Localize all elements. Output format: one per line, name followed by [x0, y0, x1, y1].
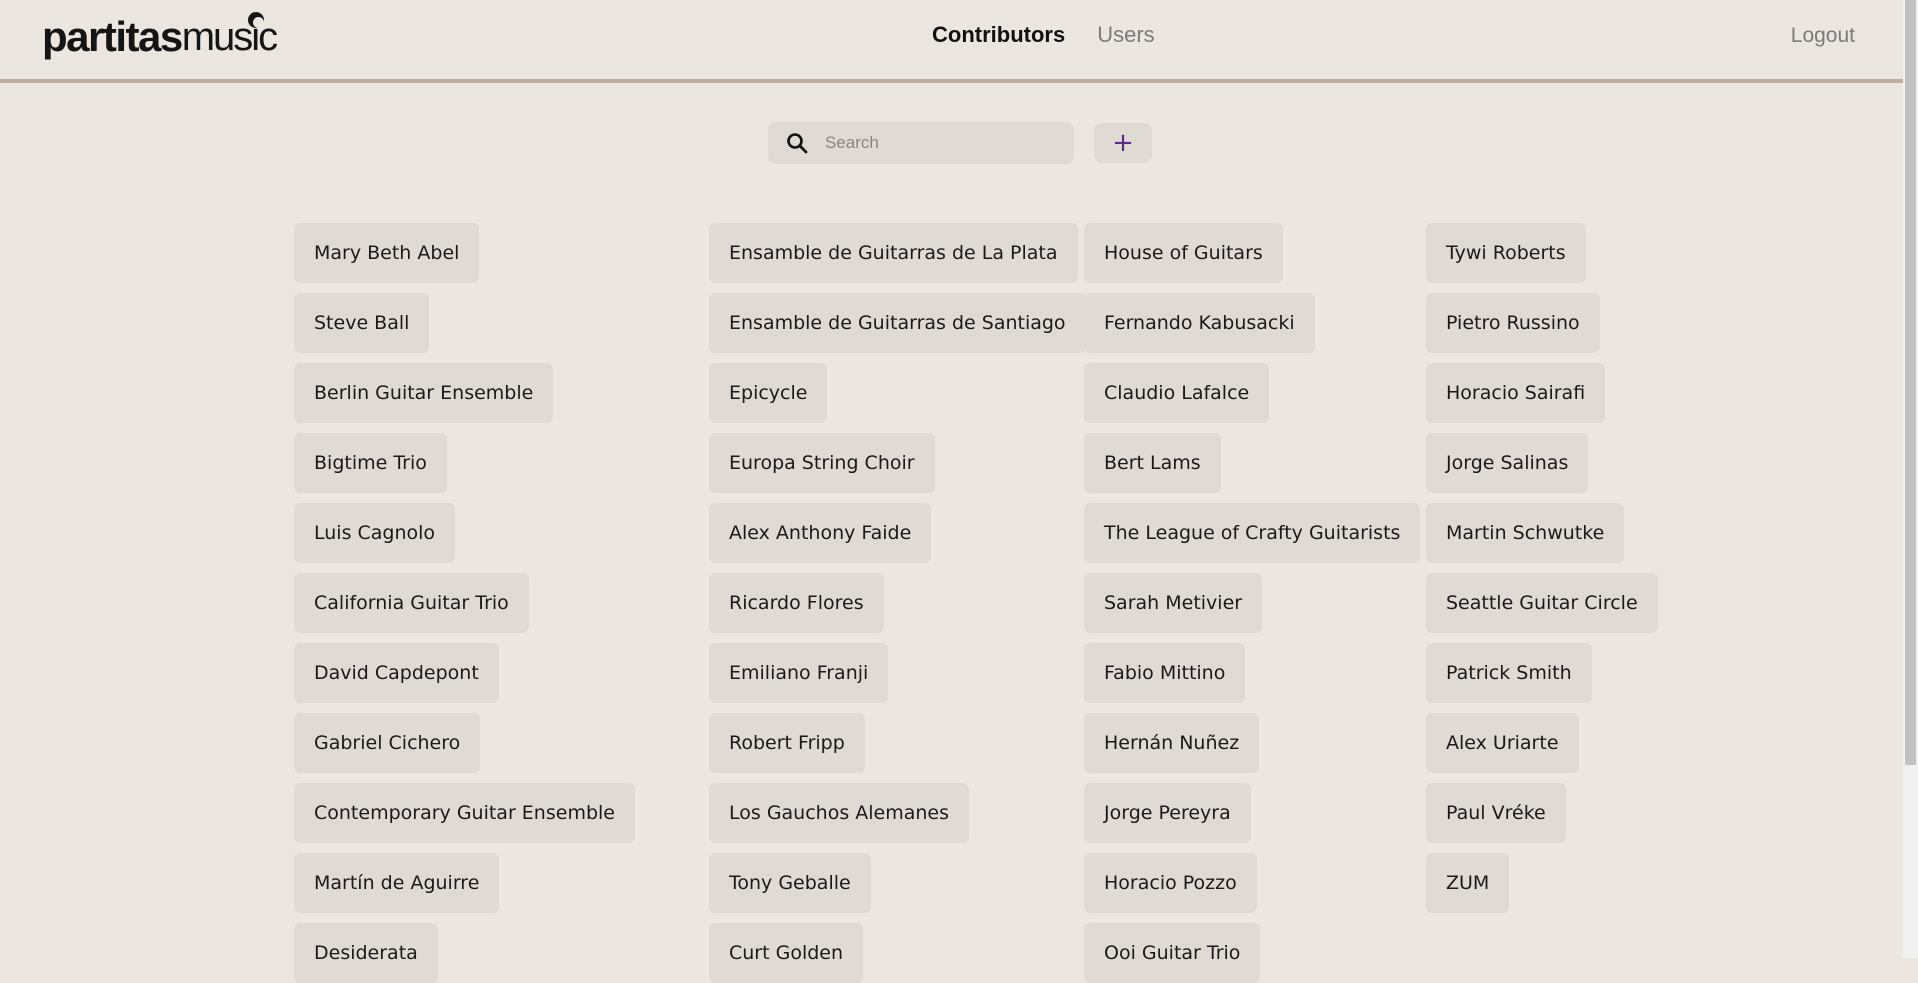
contributor-item[interactable]: Gabriel Cichero	[294, 713, 481, 773]
contributor-item[interactable]: Horacio Pozzo	[1084, 853, 1257, 913]
contributor-item[interactable]: Martin Schwutke	[1426, 503, 1625, 563]
contributor-item[interactable]: Patrick Smith	[1426, 643, 1592, 703]
contributor-item[interactable]: Mary Beth Abel	[294, 223, 480, 283]
contributor-item[interactable]: Robert Fripp	[709, 713, 865, 773]
contributor-item[interactable]: Emiliano Franji	[709, 643, 889, 703]
main-nav: Contributors Users	[932, 22, 1155, 48]
contributor-item[interactable]: Ooi Guitar Trio	[1084, 923, 1261, 983]
contributor-item[interactable]: Martín de Aguirre	[294, 853, 500, 913]
contributor-item[interactable]: House of Guitars	[1084, 223, 1283, 283]
top-navbar: partitas music Contributors Users Logout	[0, 0, 1903, 83]
plus-icon: +	[1112, 128, 1134, 158]
scrollbar-thumb[interactable]	[1905, 0, 1916, 765]
contributor-item[interactable]: Hernán Nuñez	[1084, 713, 1260, 773]
contributor-item[interactable]: Los Gauchos Alemanes	[709, 783, 970, 843]
contributor-item[interactable]: David Capdepont	[294, 643, 499, 703]
contributor-item[interactable]: The League of Crafty Guitarists	[1084, 503, 1421, 563]
contributor-item[interactable]: Bigtime Trio	[294, 433, 447, 493]
contributor-item[interactable]: California Guitar Trio	[294, 573, 529, 633]
contributor-item[interactable]: Fernando Kabusacki	[1084, 293, 1315, 353]
page-scrollbar[interactable]	[1903, 0, 1918, 958]
contributor-item[interactable]: Curt Golden	[709, 923, 864, 983]
contributor-item[interactable]: Horacio Sairafi	[1426, 363, 1606, 423]
search-input[interactable]	[823, 132, 1057, 154]
tab-contributors[interactable]: Contributors	[932, 22, 1065, 48]
contributor-item[interactable]: Alex Uriarte	[1426, 713, 1579, 773]
contributor-item[interactable]: Contemporary Guitar Ensemble	[294, 783, 635, 843]
contributor-item[interactable]: Pietro Russino	[1426, 293, 1600, 353]
contributor-item[interactable]: Ricardo Flores	[709, 573, 884, 633]
contributor-item[interactable]: Jorge Salinas	[1426, 433, 1589, 493]
contributor-item[interactable]: Tywi Roberts	[1426, 223, 1586, 283]
contributor-item[interactable]: Ensamble de Guitarras de Santiago	[709, 293, 1086, 353]
contributor-item[interactable]: Paul Vréke	[1426, 783, 1566, 843]
contributor-item[interactable]: ZUM	[1426, 853, 1510, 913]
contributor-item[interactable]: Berlin Guitar Ensemble	[294, 363, 554, 423]
search-box[interactable]	[768, 122, 1074, 164]
tab-users[interactable]: Users	[1097, 22, 1154, 48]
contributor-item[interactable]: Steve Ball	[294, 293, 430, 353]
contributor-item[interactable]: Bert Lams	[1084, 433, 1221, 493]
contributor-item[interactable]: Sarah Metivier	[1084, 573, 1263, 633]
contributor-item[interactable]: Europa String Choir	[709, 433, 935, 493]
contributor-item[interactable]: Jorge Pereyra	[1084, 783, 1251, 843]
add-contributor-button[interactable]: +	[1094, 123, 1152, 163]
contributor-item[interactable]: Fabio Mittino	[1084, 643, 1246, 703]
search-icon	[785, 131, 809, 155]
partitas-music-logo[interactable]: partitas music	[42, 8, 278, 60]
contributor-item[interactable]: Claudio Lafalce	[1084, 363, 1270, 423]
logo-text-bold: partitas	[42, 13, 183, 60]
logout-link[interactable]: Logout	[1791, 24, 1855, 48]
logo-mark-icon	[248, 12, 264, 28]
contributor-item[interactable]: Luis Cagnolo	[294, 503, 456, 563]
contributor-item[interactable]: Epicycle	[709, 363, 828, 423]
contributor-item[interactable]: Ensamble de Guitarras de La Plata	[709, 223, 1078, 283]
contributor-item[interactable]: Desiderata	[294, 923, 438, 983]
contributor-item[interactable]: Alex Anthony Faide	[709, 503, 932, 563]
contributor-item[interactable]: Seattle Guitar Circle	[1426, 573, 1658, 633]
contributor-item[interactable]: Tony Geballe	[709, 853, 871, 913]
